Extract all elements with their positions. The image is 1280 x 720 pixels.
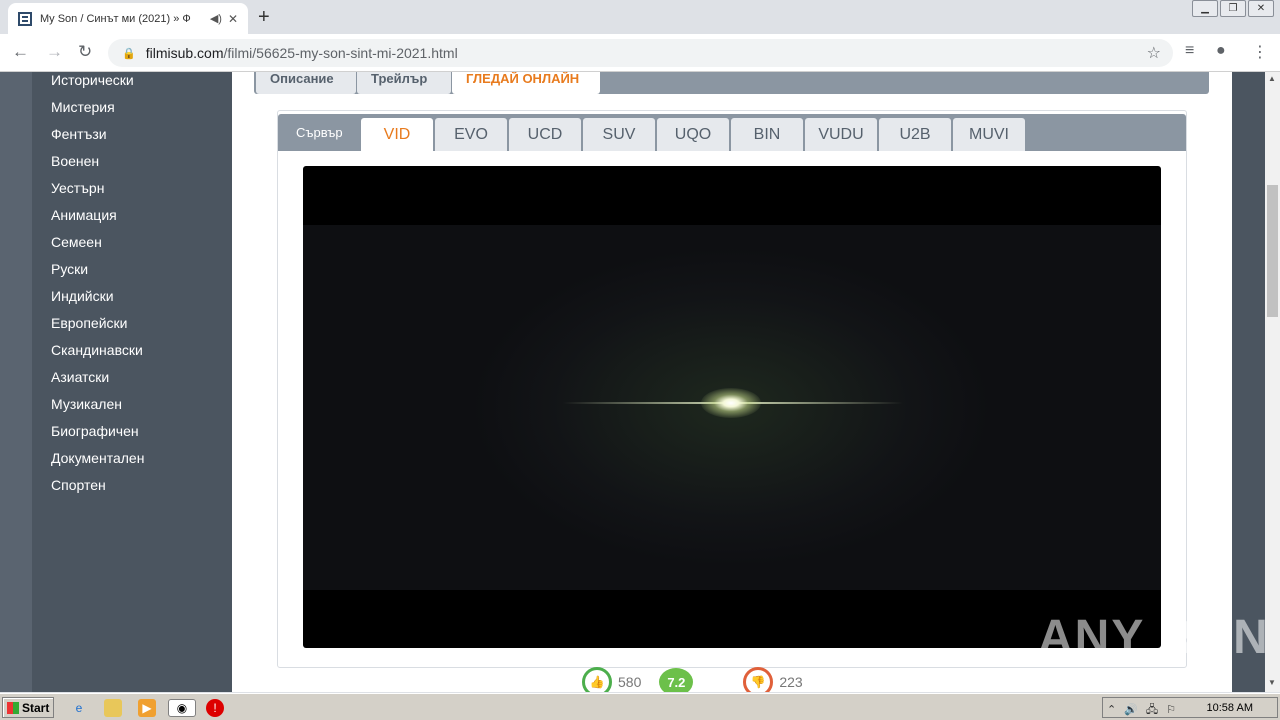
media-player-icon[interactable]: ▶ — [138, 699, 156, 717]
media-control-icon[interactable]: ≡ — [1185, 42, 1194, 60]
genre-link[interactable]: Спортен — [51, 477, 232, 504]
likes-count: 580 — [618, 674, 642, 690]
back-button[interactable]: ← — [12, 42, 29, 62]
server-tab-uqo[interactable]: UQO — [657, 118, 729, 151]
video-player[interactable] — [303, 166, 1161, 648]
windows-taskbar: Start e ▶ ◉ ! ⌃🔊🖧⚐ 10:58 AM — [0, 693, 1280, 720]
server-tab-ucd[interactable]: UCD — [509, 118, 581, 151]
dislike-button[interactable]: 👎 — [743, 667, 774, 692]
genre-link[interactable]: Документален — [51, 450, 232, 477]
server-tab-bin[interactable]: BIN — [731, 118, 803, 151]
genre-link[interactable]: Индийски — [51, 288, 232, 315]
right-sidebar — [1232, 72, 1265, 692]
genre-link[interactable]: Мистерия — [51, 99, 232, 126]
browser-toolbar: ← → ↻ 🔒 filmisub.com /filmi/56625-my-son… — [0, 34, 1280, 72]
genre-list: Исторически Мистерия Фентъзи Военен Уестърн А… — [32, 72, 232, 504]
genre-link[interactable]: Фентъзи — [51, 126, 232, 153]
genre-link[interactable]: Европейски — [51, 315, 232, 342]
movie-tabs: Описание Трейлър ГЛЕДАЙ ОНЛАЙН — [254, 72, 1209, 94]
lens-flare — [701, 388, 761, 418]
tab-trailer[interactable]: Трейлър — [357, 72, 451, 94]
genre-link[interactable]: Азиатски — [51, 369, 232, 396]
audio-playing-icon[interactable]: ◀) — [210, 12, 222, 25]
genre-link[interactable]: Семеен — [51, 234, 232, 261]
window-controls: ▁ ❐ ✕ — [1192, 0, 1274, 17]
genre-sidebar: Исторически Мистерия Фентъзи Военен Уестърн А… — [32, 72, 232, 692]
genre-link[interactable]: Музикален — [51, 396, 232, 423]
tab-close-icon[interactable]: ✕ — [228, 12, 238, 26]
tab-watch-online[interactable]: ГЛЕДАЙ ОНЛАЙН — [452, 72, 600, 94]
genre-link[interactable]: Исторически — [51, 72, 232, 99]
score-badge: 7.2 — [659, 668, 694, 692]
lock-icon[interactable]: 🔒 — [122, 47, 136, 60]
clock[interactable]: 10:58 AM — [1207, 702, 1253, 714]
main-content: Описание Трейлър ГЛЕДАЙ ОНЛАЙН Сървър VI… — [232, 72, 1232, 692]
bookmark-star-icon[interactable]: ☆ — [1147, 43, 1161, 63]
address-bar[interactable]: 🔒 filmisub.com /filmi/56625-my-son-sint-… — [108, 39, 1173, 67]
web-page: Исторически Мистерия Фентъзи Военен Уестърн А… — [0, 72, 1265, 692]
scroll-thumb[interactable] — [1267, 185, 1278, 317]
warning-icon[interactable]: ! — [206, 699, 224, 717]
server-tab-muvi[interactable]: MUVI — [953, 118, 1025, 151]
server-tab-evo[interactable]: EVO — [435, 118, 507, 151]
profile-avatar-icon[interactable]: ● — [1216, 42, 1226, 60]
browser-tabstrip: My Son / Синът ми (2021) » Ф ◀) ✕ + ▁ ❐ … — [0, 0, 1280, 34]
server-tab-u2b[interactable]: U2B — [879, 118, 951, 151]
system-tray: ⌃🔊🖧⚐ 10:58 AM — [1102, 697, 1278, 718]
tab-title: My Son / Синът ми (2021) » Ф — [40, 12, 191, 25]
scroll-up-icon[interactable]: ▲ — [1268, 74, 1276, 83]
minimize-button[interactable]: ▁ — [1192, 0, 1218, 17]
genre-link[interactable]: Скандинавски — [51, 342, 232, 369]
genre-link[interactable]: Руски — [51, 261, 232, 288]
server-bar: Сървър VID EVO UCD SUV UQO BIN VUDU U2B … — [278, 114, 1186, 151]
browser-menu-icon[interactable]: ⋮ — [1252, 42, 1268, 62]
new-tab-button[interactable]: + — [258, 6, 270, 29]
server-tab-suv[interactable]: SUV — [583, 118, 655, 151]
windows-logo-icon — [7, 701, 19, 714]
url-host: filmisub.com — [145, 45, 224, 61]
site-favicon-icon — [18, 11, 32, 26]
chrome-icon[interactable]: ◉ — [168, 699, 196, 717]
thumbs-up-icon: 👍 — [589, 675, 605, 689]
server-tab-vid[interactable]: VID — [361, 118, 433, 151]
explorer-icon[interactable] — [104, 699, 122, 717]
url-path: /filmi/56625-my-son-sint-mi-2021.html — [223, 45, 458, 61]
close-window-button[interactable]: ✕ — [1248, 0, 1274, 17]
browser-tab[interactable]: My Son / Синът ми (2021) » Ф ◀) ✕ — [8, 3, 248, 34]
genre-link[interactable]: Биографичен — [51, 423, 232, 450]
thumbs-down-icon: 👎 — [750, 675, 766, 689]
watermark: ANY RUN — [1038, 611, 1270, 664]
genre-link[interactable]: Военен — [51, 153, 232, 180]
reload-button[interactable]: ↻ — [78, 42, 92, 62]
restore-button[interactable]: ❐ — [1220, 0, 1246, 17]
scroll-down-icon[interactable]: ▼ — [1268, 678, 1276, 687]
ie-icon[interactable]: e — [70, 699, 88, 717]
tab-description[interactable]: Описание — [256, 72, 356, 94]
server-label: Сървър — [296, 125, 343, 140]
server-tab-vudu[interactable]: VUDU — [805, 118, 877, 151]
like-button[interactable]: 👍 — [582, 667, 612, 692]
dislikes-count: 223 — [779, 674, 803, 690]
page-scrollbar[interactable]: ▲ ▼ — [1265, 72, 1280, 692]
forward-button[interactable]: → — [46, 42, 63, 62]
genre-link[interactable]: Анимация — [51, 207, 232, 234]
rating-bar: 👍 580 7.2 👎 223 — [582, 667, 803, 692]
player-box: Сървър VID EVO UCD SUV UQO BIN VUDU U2B … — [277, 110, 1187, 668]
start-label: Start — [22, 700, 50, 715]
start-button[interactable]: Start — [2, 697, 54, 718]
tray-icons[interactable]: ⌃🔊🖧⚐ — [1107, 701, 1184, 720]
genre-link[interactable]: Уестърн — [51, 180, 232, 207]
